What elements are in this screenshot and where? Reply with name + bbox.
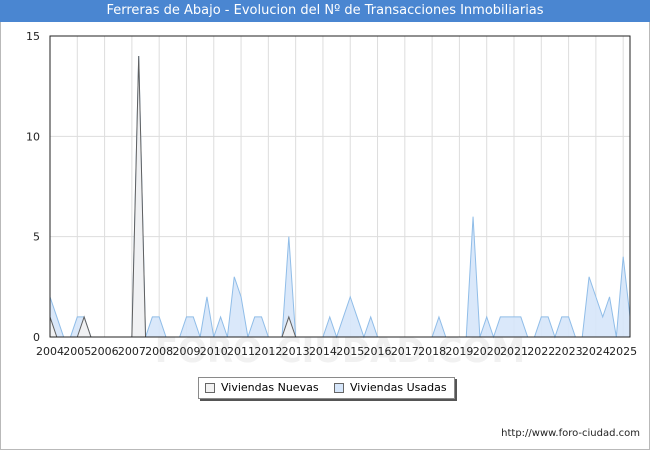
x-tick-label: 2009: [172, 345, 200, 358]
series-nuevas-area: [50, 56, 630, 337]
x-tick-label: 2021: [500, 345, 528, 358]
y-tick-label: 0: [33, 331, 40, 344]
x-tick-label: 2016: [364, 345, 392, 358]
legend-label-nuevas: Viviendas Nuevas: [221, 381, 319, 394]
legend-swatch-usadas: [334, 383, 344, 393]
legend-label-usadas: Viviendas Usadas: [350, 381, 447, 394]
legend-swatch-nuevas: [205, 383, 215, 393]
x-tick-label: 2010: [200, 345, 228, 358]
x-tick-label: 2004: [36, 345, 64, 358]
x-tick-label: 2013: [282, 345, 310, 358]
x-tick-label: 2008: [145, 345, 173, 358]
x-tick-label: 2005: [63, 345, 91, 358]
x-tick-label: 2014: [309, 345, 337, 358]
legend-item-nuevas: Viviendas Nuevas: [205, 381, 319, 395]
x-tick-label: 2007: [118, 345, 146, 358]
legend-item-usadas: Viviendas Usadas: [334, 381, 447, 395]
x-tick-label: 2017: [391, 345, 419, 358]
x-tick-label: 2011: [227, 345, 255, 358]
source-url: http://www.foro-ciudad.com: [501, 428, 640, 439]
x-tick-label: 2012: [254, 345, 282, 358]
legend: Viviendas Nuevas Viviendas Usadas: [198, 377, 455, 399]
x-tick-label: 2025: [609, 345, 637, 358]
x-tick-label: 2024: [582, 345, 610, 358]
y-tick-label: 5: [33, 231, 40, 244]
x-tick-label: 2020: [473, 345, 501, 358]
x-tick-label: 2015: [336, 345, 364, 358]
y-tick-label: 15: [26, 30, 40, 43]
x-tick-label: 2023: [555, 345, 583, 358]
x-tick-label: 2019: [445, 345, 473, 358]
x-tick-label: 2022: [527, 345, 555, 358]
x-tick-label: 2006: [91, 345, 119, 358]
x-tick-label: 2018: [418, 345, 446, 358]
y-tick-label: 10: [26, 130, 40, 143]
